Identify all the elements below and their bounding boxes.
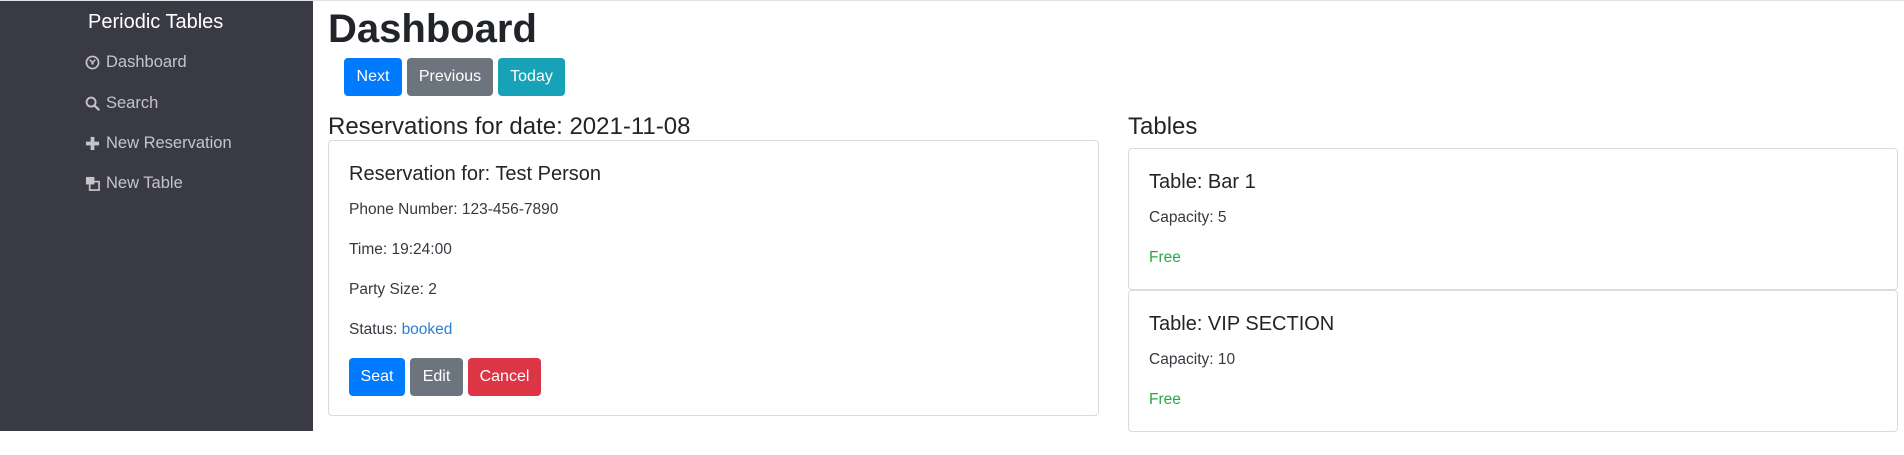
sidebar-item-search[interactable]: Search: [84, 94, 158, 113]
sidebar-item-new-reservation[interactable]: New Reservation: [84, 134, 232, 153]
reservation-phone: Phone Number: 123-456-7890: [349, 201, 559, 218]
reservation-status: Status: booked: [349, 321, 452, 339]
table-status: Free: [1149, 391, 1181, 408]
table-capacity: Capacity: 10: [1149, 351, 1236, 368]
sidebar-item-label: New Reservation: [106, 134, 232, 152]
app-root: Periodic Tables Dashboard Search New Res…: [0, 0, 1904, 455]
reservation-title: Reservation for: Test Person: [349, 163, 601, 185]
sidebar-item-new-table[interactable]: New Table: [84, 174, 183, 193]
table-capacity: Capacity: 5: [1149, 209, 1227, 226]
previous-button[interactable]: Previous: [407, 58, 493, 96]
sidebar-item-label: New Table: [106, 174, 183, 192]
cancel-button[interactable]: Cancel: [468, 358, 541, 396]
status-label: Status:: [349, 321, 402, 338]
reservation-time: Time: 19:24:00: [349, 241, 452, 258]
tables-heading: Tables: [1128, 113, 1198, 140]
next-button[interactable]: Next: [344, 58, 402, 96]
table-title: Table: VIP SECTION: [1149, 313, 1335, 335]
dashboard-icon: [84, 55, 100, 71]
main-content: Dashboard Next Previous Today Reservatio…: [313, 1, 1904, 455]
sidebar: Periodic Tables Dashboard Search New Res…: [0, 1, 313, 431]
edit-button[interactable]: Edit: [410, 358, 463, 396]
plus-icon: [84, 136, 100, 152]
status-value: booked: [401, 321, 453, 338]
search-icon: [84, 96, 100, 112]
table-card: Table: VIP SECTION Capacity: 10 Free: [1128, 290, 1898, 432]
page-title: Dashboard: [328, 7, 537, 51]
sidebar-item-dashboard[interactable]: Dashboard: [84, 53, 187, 72]
table-status: Free: [1149, 249, 1181, 266]
seat-button[interactable]: Seat: [349, 358, 405, 396]
reservation-card: Reservation for: Test Person Phone Numbe…: [328, 140, 1099, 416]
brand-title[interactable]: Periodic Tables: [88, 11, 223, 34]
sidebar-item-label: Search: [106, 94, 159, 112]
table-card: Table: Bar 1 Capacity: 5 Free: [1128, 148, 1898, 290]
table-title: Table: Bar 1: [1149, 171, 1256, 193]
today-button[interactable]: Today: [498, 58, 565, 96]
reservations-heading: Reservations for date: 2021-11-08: [328, 113, 691, 140]
duplicate-icon: [84, 176, 100, 192]
sidebar-item-label: Dashboard: [106, 53, 187, 71]
reservation-party-size: Party Size: 2: [349, 281, 437, 298]
